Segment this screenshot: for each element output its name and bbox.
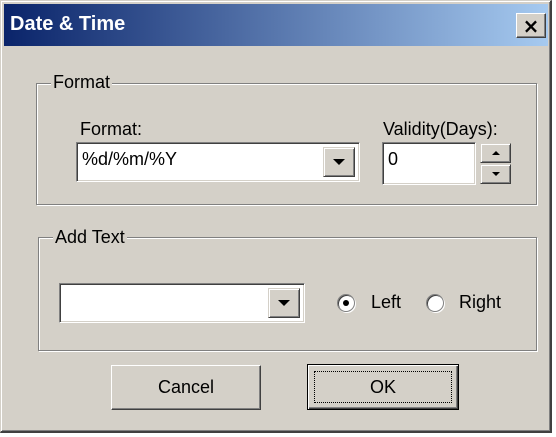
validity-spin-down-button[interactable] [480,164,511,184]
cancel-button-label: Cancel [157,377,215,397]
format-label: Format: [80,119,143,139]
radio-right[interactable] [426,294,444,312]
window-title: Date & Time [10,13,126,35]
validity-label: Validity(Days): [383,119,498,139]
ok-button[interactable]: OK [307,364,459,410]
close-icon: × [522,13,540,38]
add-text-group-legend: Add Text [53,227,127,248]
validity-value: 0 [388,149,399,169]
format-value: %d/%m/%Y [82,149,178,169]
cancel-button[interactable]: Cancel [111,365,261,410]
close-button[interactable]: × [516,13,546,38]
title-bar[interactable]: Date & Time × [4,4,548,46]
chevron-down-icon [333,159,345,165]
radio-left-selected-dot [343,300,349,306]
add-text-combobox[interactable] [59,283,305,323]
format-combobox[interactable]: %d/%m/%Y [76,142,360,182]
date-time-dialog: Date & Time × Format Format: %d/%m/%Y Va… [0,0,552,433]
spin-up-icon [491,151,500,155]
focus-rectangle [314,371,452,403]
validity-spin-up-button[interactable] [480,143,511,163]
chevron-down-icon [278,300,290,306]
radio-right-label[interactable]: Right [459,292,501,313]
format-dropdown-button[interactable] [323,147,355,177]
validity-input[interactable]: 0 [382,142,476,185]
radio-left[interactable] [337,294,355,312]
add-text-dropdown-button[interactable] [268,288,300,318]
spin-down-icon [491,172,500,176]
format-group-legend: Format [51,72,113,93]
radio-left-label[interactable]: Left [371,292,401,313]
